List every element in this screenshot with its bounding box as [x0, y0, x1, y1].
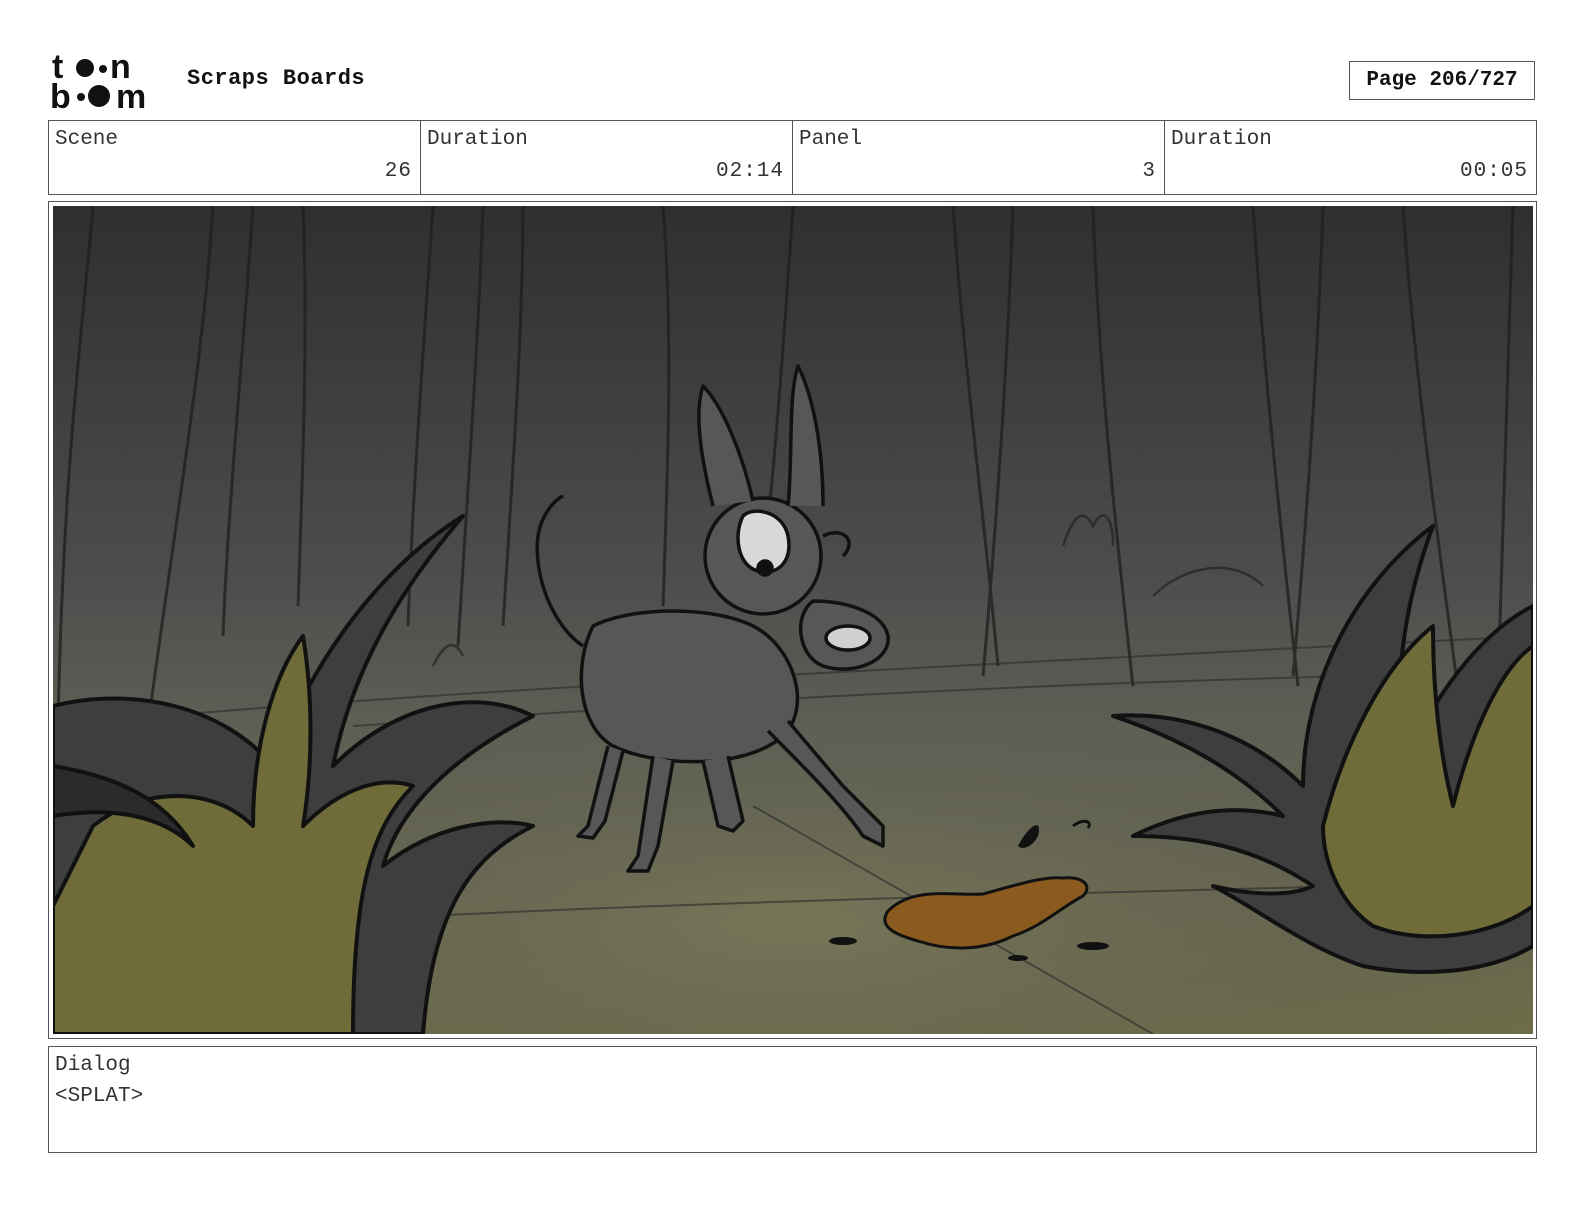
scene-duration-label: Duration: [427, 128, 528, 151]
panel-value: 3: [1142, 160, 1156, 183]
toon-boom-logo: t n b m: [50, 48, 165, 116]
scene-label: Scene: [55, 128, 119, 151]
scene-value: 26: [384, 160, 412, 183]
document-title: Scraps Boards: [187, 66, 366, 91]
scene-duration-cell: Duration 02:14: [421, 121, 793, 194]
page-number: Page 206/727: [1349, 61, 1535, 100]
panel-duration-label: Duration: [1171, 128, 1272, 151]
panel-info-row: Scene 26 Duration 02:14 Panel 3 Duration…: [48, 120, 1537, 195]
storyboard-panel-image: [53, 206, 1533, 1034]
svg-text:m: m: [116, 78, 146, 112]
panel-cell: Panel 3: [793, 121, 1165, 194]
svg-text:b: b: [50, 78, 71, 112]
dialog-text: <SPLAT>: [55, 1085, 144, 1108]
panel-label: Panel: [799, 128, 863, 151]
scene-duration-value: 02:14: [715, 160, 784, 183]
panel-duration-cell: Duration 00:05: [1165, 121, 1536, 194]
scene-cell: Scene 26: [49, 121, 421, 194]
dialog-box: Dialog <SPLAT>: [48, 1046, 1537, 1153]
panel-duration-value: 00:05: [1459, 160, 1528, 183]
dialog-label: Dialog: [55, 1054, 131, 1077]
